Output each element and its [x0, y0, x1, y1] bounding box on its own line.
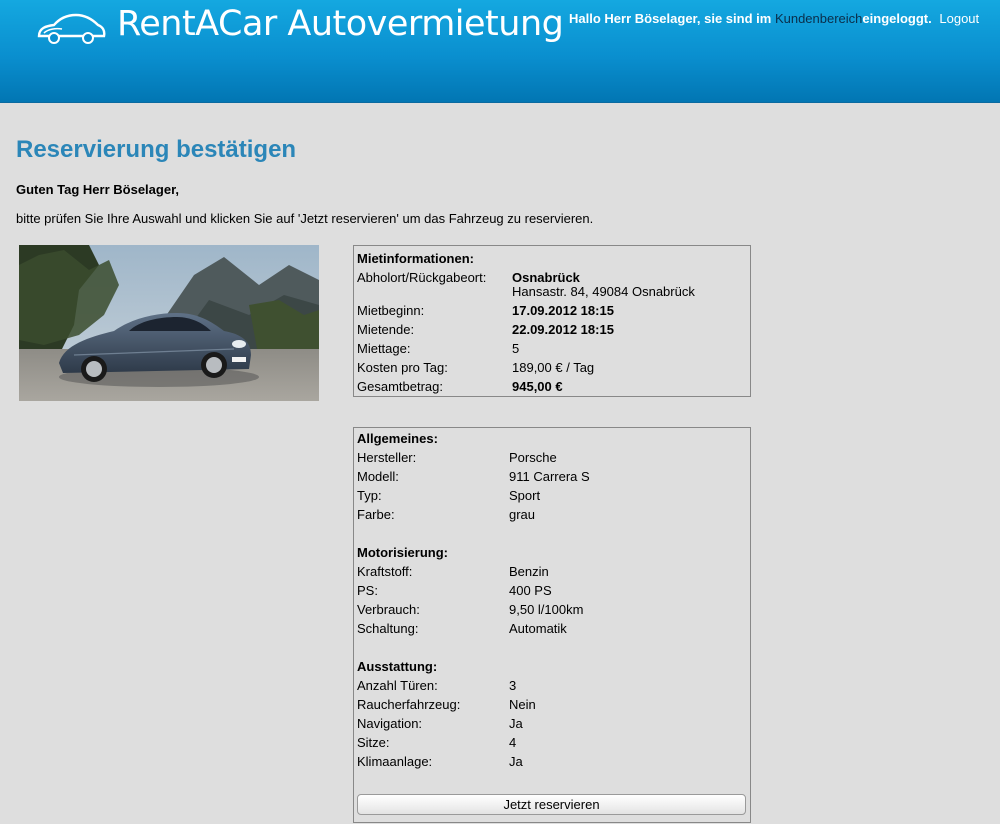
car-photo — [19, 245, 319, 401]
user-greeting-suffix: eingeloggt. — [862, 11, 932, 26]
rental-cost-value: 189,00 € / Tag — [512, 360, 595, 375]
spec-value: 911 Carrera S — [509, 469, 590, 484]
rental-start-value: 17.09.2012 18:15 — [512, 303, 614, 318]
spec-value: 4 — [509, 735, 517, 750]
spec-label: Schaltung: — [357, 621, 419, 636]
rental-start-label: Mietbeginn: — [357, 303, 425, 318]
rental-info-heading: Mietinformationen: — [357, 251, 474, 266]
car-icon — [37, 13, 106, 44]
spec-label: Anzahl Türen: — [357, 678, 438, 693]
page-title: Reservierung bestätigen — [16, 136, 297, 163]
spec-label: Navigation: — [357, 716, 423, 731]
spec-label: Verbrauch: — [357, 602, 420, 617]
spec-label: Typ: — [357, 488, 382, 503]
spec-label: Modell: — [357, 469, 399, 484]
spec-value: Ja — [509, 716, 523, 731]
site-brand[interactable]: RentACar Autovermietung — [117, 4, 564, 44]
spec-value: Benzin — [509, 564, 549, 579]
engine-heading: Motorisierung: — [357, 545, 448, 560]
intro-text: bitte prüfen Sie Ihre Auswahl und klicke… — [16, 211, 594, 226]
spec-value: 3 — [509, 678, 517, 693]
rental-info-box: Mietinformationen: Abholort/Rückgabeort:… — [353, 245, 751, 397]
rental-total-label: Gesamtbetrag: — [357, 379, 443, 394]
spec-label: Klimaanlage: — [357, 754, 433, 769]
equipment-heading: Ausstattung: — [357, 659, 438, 674]
customer-area-link[interactable]: Kundenbereich — [775, 11, 862, 26]
spec-label: PS: — [357, 583, 378, 598]
spec-value: Sport — [509, 488, 541, 503]
spec-value: 400 PS — [509, 583, 552, 598]
rental-days-value: 5 — [512, 341, 520, 356]
rental-total-value: 945,00 € — [512, 379, 563, 394]
rental-location-label: Abholort/Rückgabeort: — [357, 270, 487, 285]
user-status-bar: Hallo Herr Böselager, sie sind im Kunden… — [569, 11, 979, 26]
spec-value: Porsche — [509, 450, 557, 465]
spec-value: Nein — [509, 697, 536, 712]
spec-label: Kraftstoff: — [357, 564, 413, 579]
logout-link[interactable]: Logout — [939, 11, 979, 26]
rental-location-address: Hansastr. 84, 49084 Osnabrück — [512, 284, 695, 299]
site-header: RentACar Autovermietung Hallo Herr Bösel… — [0, 0, 1000, 103]
rental-end-label: Mietende: — [357, 322, 415, 337]
spec-value: Automatik — [509, 621, 567, 636]
rental-cost-label: Kosten pro Tag: — [357, 360, 448, 375]
spec-value: grau — [509, 507, 536, 522]
user-greeting-prefix: Hallo Herr Böselager, sie sind im — [569, 11, 772, 26]
spec-label: Farbe: — [357, 507, 395, 522]
vehicle-info-box: Allgemeines: Hersteller: Porsche Modell:… — [353, 427, 751, 823]
spec-label: Raucherfahrzeug: — [357, 697, 461, 712]
spec-label: Hersteller: — [357, 450, 417, 465]
spec-label: Sitze: — [357, 735, 390, 750]
reserve-button[interactable]: Jetzt reservieren — [357, 794, 746, 815]
rental-days-label: Miettage: — [357, 341, 411, 356]
rental-end-value: 22.09.2012 18:15 — [512, 322, 614, 337]
spec-value: Ja — [509, 754, 523, 769]
greeting-text: Guten Tag Herr Böselager, — [16, 182, 180, 197]
spec-value: 9,50 l/100km — [509, 602, 584, 617]
general-heading: Allgemeines: — [357, 431, 438, 446]
